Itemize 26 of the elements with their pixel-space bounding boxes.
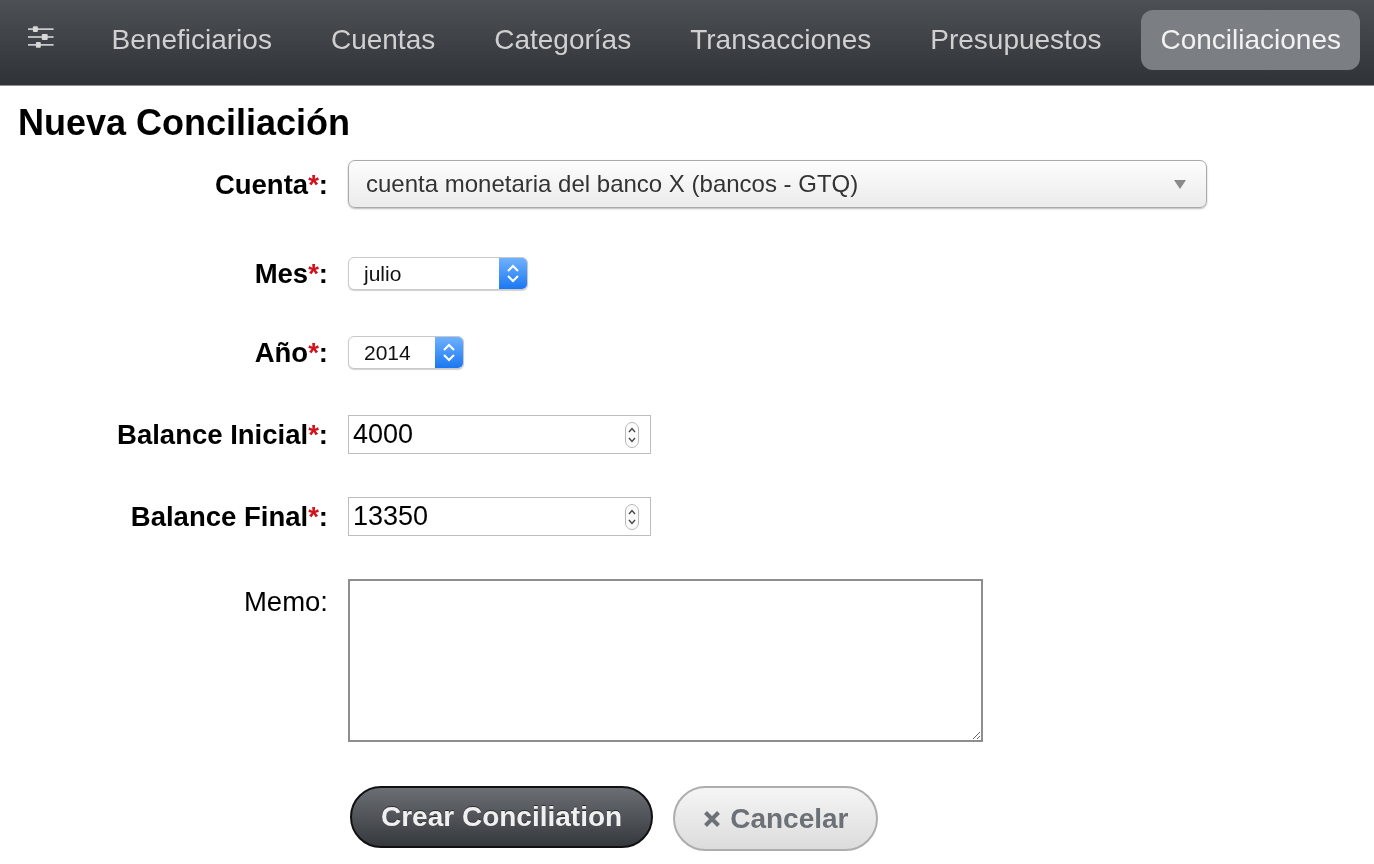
nav-tab[interactable]: Categorías bbox=[475, 10, 651, 70]
field-label: Balance Inicial*: bbox=[117, 418, 328, 451]
nav-tab[interactable]: Transacciones bbox=[671, 10, 891, 70]
field-label: Balance Final*: bbox=[130, 500, 328, 533]
updown-arrows-icon[interactable] bbox=[499, 258, 527, 289]
field-label: Memo: bbox=[243, 585, 328, 618]
create-button[interactable]: Crear Conciliation bbox=[350, 786, 654, 848]
field-label: Mes*: bbox=[254, 257, 328, 290]
nav-tab[interactable]: Presupuestos bbox=[911, 10, 1121, 70]
updown-arrows-icon[interactable] bbox=[435, 337, 463, 368]
nav-tab[interactable]: Beneficiarios bbox=[92, 10, 291, 70]
number-field[interactable]: 13350 bbox=[348, 497, 651, 536]
close-icon bbox=[703, 809, 722, 828]
cancel-button[interactable]: Cancelar bbox=[673, 786, 879, 851]
dropdown-field[interactable]: julio bbox=[348, 257, 528, 290]
dropdown-field[interactable]: cuenta monetaria del banco X (bancos - GTQ) bbox=[348, 160, 1207, 208]
nav-tab[interactable]: Cuentas bbox=[311, 10, 455, 70]
caret-icon bbox=[1174, 179, 1186, 189]
dropdown-field[interactable]: 2014 bbox=[348, 336, 464, 369]
sliders-icon[interactable] bbox=[28, 26, 54, 48]
page-title: Nueva Conciliación bbox=[18, 101, 351, 144]
field-label: Año*: bbox=[254, 336, 328, 369]
nav-tab[interactable]: Conciliaciones bbox=[1141, 10, 1360, 70]
field-label: Cuenta*: bbox=[214, 167, 328, 201]
number-field[interactable]: 4000 bbox=[348, 415, 651, 454]
memo-field[interactable] bbox=[348, 579, 983, 742]
